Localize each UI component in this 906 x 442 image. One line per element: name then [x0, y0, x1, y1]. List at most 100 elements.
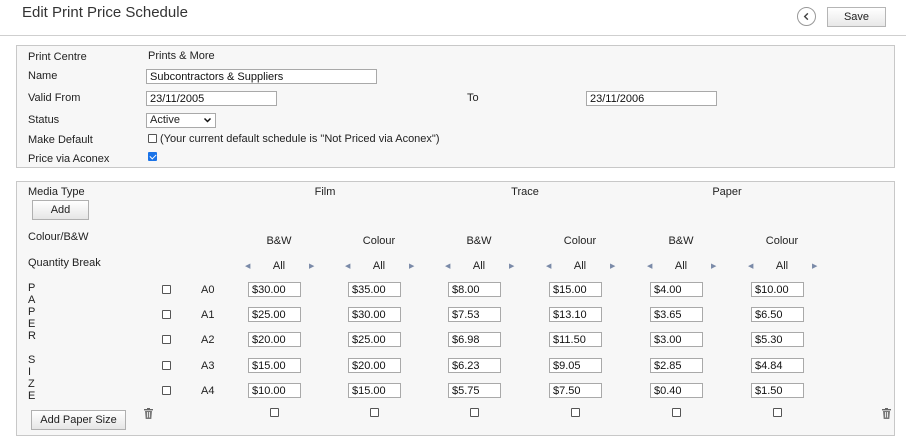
column-select-checkbox[interactable] [370, 408, 379, 417]
price-input[interactable] [248, 383, 301, 398]
quantity-break-value: All [674, 260, 688, 272]
price-input[interactable] [751, 307, 804, 322]
row-select-checkbox[interactable] [162, 335, 171, 344]
caret-left-icon[interactable]: ◀ [345, 262, 350, 270]
caret-right-icon[interactable]: ▶ [409, 262, 414, 270]
size-letter: Z [28, 378, 35, 390]
details-panel [16, 45, 895, 168]
paper-letter: E [28, 318, 36, 330]
valid-to-input[interactable] [586, 91, 717, 106]
row-select-checkbox[interactable] [162, 361, 171, 370]
price-via-aconex-checkbox[interactable] [148, 152, 157, 161]
size-letter: S [28, 354, 36, 366]
price-input[interactable] [751, 383, 804, 398]
media-type-paper: Paper [712, 186, 742, 198]
add-paper-size-button[interactable]: Add Paper Size [31, 410, 126, 430]
caret-left-icon[interactable]: ◀ [445, 262, 450, 270]
chevron-left-icon [803, 12, 809, 21]
caret-left-icon[interactable]: ◀ [748, 262, 753, 270]
price-input[interactable] [549, 282, 602, 297]
paper-letter: P [28, 282, 36, 294]
size-letter: I [28, 366, 32, 378]
caret-right-icon[interactable]: ▶ [711, 262, 716, 270]
price-input[interactable] [248, 332, 301, 347]
price-input[interactable] [348, 383, 401, 398]
media-type-trace: Trace [511, 186, 539, 198]
caret-left-icon[interactable]: ◀ [546, 262, 551, 270]
paper-letter: P [28, 306, 36, 318]
caret-right-icon[interactable]: ▶ [812, 262, 817, 270]
media-type-film: Film [314, 186, 336, 198]
add-media-type-button[interactable]: Add [32, 200, 89, 220]
price-input[interactable] [348, 332, 401, 347]
column-select-checkbox[interactable] [672, 408, 681, 417]
media-type-label: Media Type [28, 186, 85, 198]
paper-size-label: A2 [201, 334, 215, 346]
make-default-label: Make Default [28, 134, 93, 146]
quantity-break-value: All [573, 260, 587, 272]
paper-size-label: A4 [201, 385, 215, 397]
price-input[interactable] [650, 358, 703, 373]
colour-bw-label: Colour/B&W [28, 231, 89, 243]
quantity-break-value: All [272, 260, 286, 272]
price-via-aconex-label: Price via Aconex [28, 153, 110, 165]
make-default-checkbox[interactable] [148, 134, 157, 143]
page-header: Edit Print Price Schedule Save [0, 0, 906, 36]
size-letter: E [28, 390, 36, 402]
valid-from-input[interactable] [146, 91, 277, 106]
trash-icon[interactable] [882, 408, 891, 419]
caret-left-icon[interactable]: ◀ [647, 262, 652, 270]
page-title: Edit Print Price Schedule [22, 4, 188, 21]
row-select-checkbox[interactable] [162, 310, 171, 319]
caret-right-icon[interactable]: ▶ [509, 262, 514, 270]
column-mode-header: B&W [668, 235, 694, 247]
price-input[interactable] [448, 282, 501, 297]
price-input[interactable] [650, 383, 703, 398]
row-select-checkbox[interactable] [162, 285, 171, 294]
column-mode-header: B&W [466, 235, 492, 247]
trash-icon[interactable] [144, 408, 153, 419]
price-input[interactable] [751, 282, 804, 297]
caret-right-icon[interactable]: ▶ [610, 262, 615, 270]
price-input[interactable] [248, 282, 301, 297]
price-input[interactable] [549, 307, 602, 322]
paper-size-label: A3 [201, 360, 215, 372]
price-input[interactable] [448, 358, 501, 373]
quantity-break-value: All [372, 260, 386, 272]
column-mode-header: Colour [563, 235, 597, 247]
price-input[interactable] [549, 358, 602, 373]
column-select-checkbox[interactable] [270, 408, 279, 417]
back-button[interactable] [797, 7, 816, 26]
caret-right-icon[interactable]: ▶ [309, 262, 314, 270]
price-input[interactable] [448, 383, 501, 398]
column-mode-header: B&W [266, 235, 292, 247]
price-input[interactable] [549, 332, 602, 347]
price-input[interactable] [348, 307, 401, 322]
valid-from-label: Valid From [28, 92, 81, 104]
price-input[interactable] [549, 383, 602, 398]
print-centre-value: Prints & More [148, 50, 215, 62]
status-label: Status [28, 114, 60, 126]
price-input[interactable] [248, 307, 301, 322]
price-input[interactable] [248, 358, 301, 373]
price-input[interactable] [751, 332, 804, 347]
save-button[interactable]: Save [827, 7, 886, 27]
price-input[interactable] [348, 282, 401, 297]
status-select[interactable]: Active [146, 113, 216, 128]
price-input[interactable] [751, 358, 804, 373]
column-select-checkbox[interactable] [571, 408, 580, 417]
name-input[interactable] [146, 69, 377, 84]
name-label: Name [28, 70, 58, 82]
price-input[interactable] [448, 332, 501, 347]
row-select-checkbox[interactable] [162, 386, 171, 395]
column-select-checkbox[interactable] [470, 408, 479, 417]
price-input[interactable] [448, 307, 501, 322]
make-default-note: (Your current default schedule is "Not P… [160, 133, 440, 145]
price-input[interactable] [650, 307, 703, 322]
price-input[interactable] [348, 358, 401, 373]
caret-left-icon[interactable]: ◀ [245, 262, 250, 270]
column-select-checkbox[interactable] [773, 408, 782, 417]
to-label: To [467, 92, 479, 104]
price-input[interactable] [650, 282, 703, 297]
price-input[interactable] [650, 332, 703, 347]
